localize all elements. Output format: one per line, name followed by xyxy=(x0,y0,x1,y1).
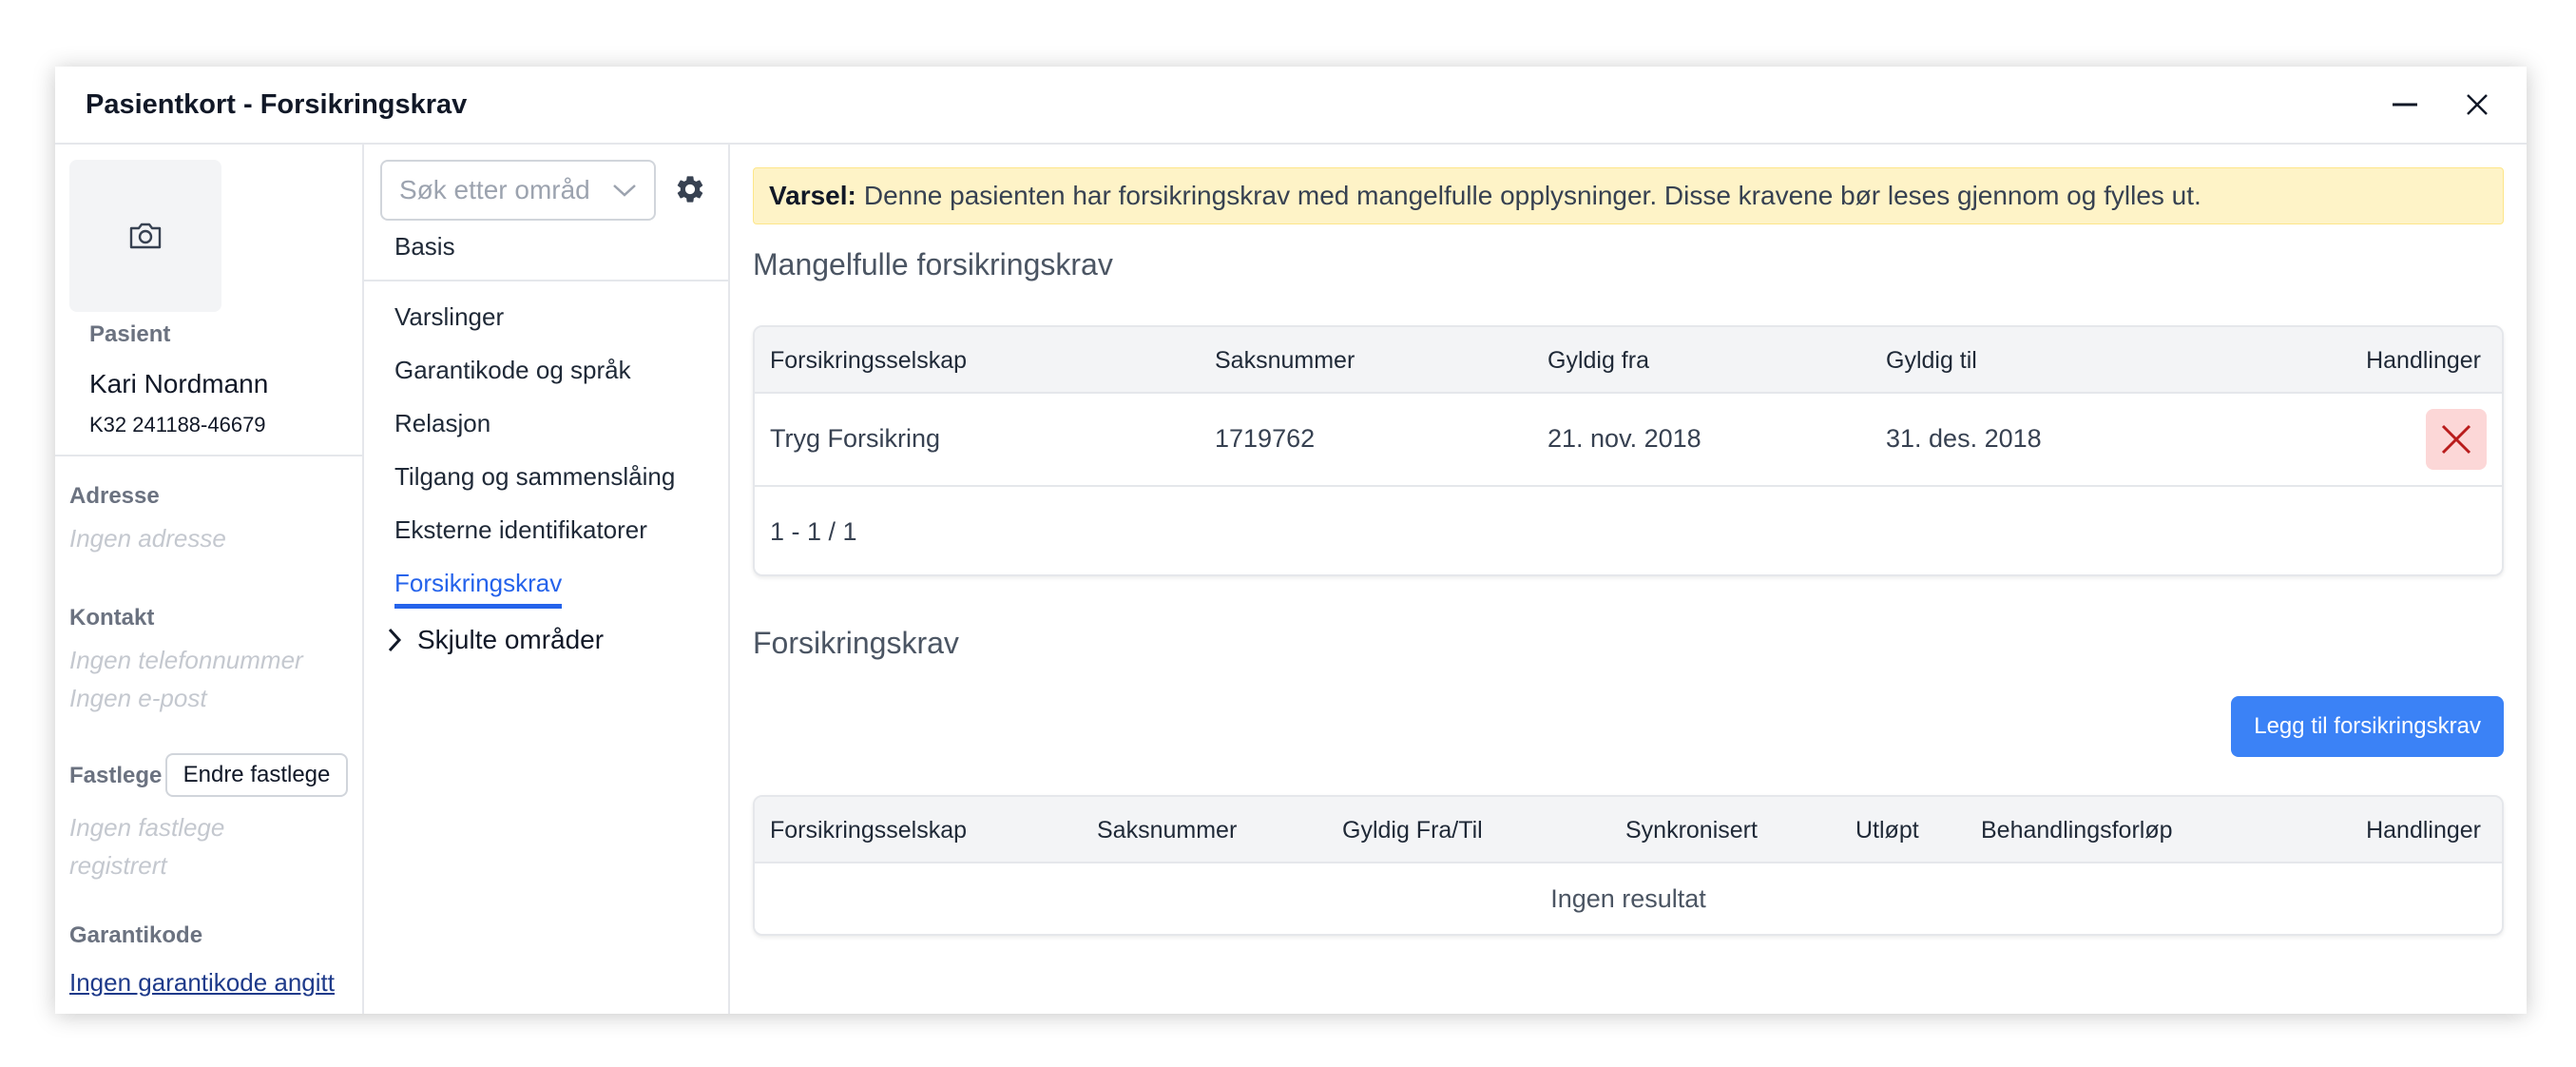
gp-label: Fastlege xyxy=(69,763,163,788)
minimize-icon xyxy=(2393,103,2417,107)
col-header: Saksnummer xyxy=(1215,347,1355,374)
hidden-areas-toggle[interactable]: Skjulte områder xyxy=(387,625,604,655)
pagination-info: 1 - 1 / 1 xyxy=(770,517,857,546)
claims-table: Forsikringsselskap Saksnummer Gyldig Fra… xyxy=(753,795,2504,936)
col-header: Handlinger xyxy=(2366,817,2481,844)
close-button[interactable] xyxy=(2458,86,2496,124)
cell-valid-from: 21. nov. 2018 xyxy=(1548,424,1701,453)
area-search-input[interactable] xyxy=(399,175,589,205)
window-title: Pasientkort - Forsikringskrav xyxy=(86,88,468,120)
col-header: Handlinger xyxy=(2366,347,2481,374)
email-value: Ingen e-post xyxy=(69,684,207,712)
nav-basis[interactable]: Basis xyxy=(394,232,455,262)
minimize-button[interactable] xyxy=(2386,86,2424,124)
chevron-down-icon[interactable] xyxy=(612,183,637,198)
divider xyxy=(364,280,728,281)
delete-claim-button[interactable] xyxy=(2426,409,2487,470)
table-row: Tryg Forsikring 1719762 21. nov. 2018 31… xyxy=(755,394,2502,487)
col-header: Gyldig til xyxy=(1886,347,1977,374)
col-header: Gyldig fra xyxy=(1548,347,1649,374)
window-titlebar: Pasientkort - Forsikringskrav xyxy=(55,67,2527,145)
gp-value-line2: registrert xyxy=(69,851,167,880)
alert-text: Denne pasienten har forsikringskrav med … xyxy=(863,181,2201,210)
change-gp-button[interactable]: Endre fastlege xyxy=(165,753,348,797)
nav-item-garantikode[interactable]: Garantikode og språk xyxy=(394,356,631,385)
address-label: Adresse xyxy=(69,483,160,509)
hidden-areas-label: Skjulte områder xyxy=(417,625,605,654)
nav-item-relasjon[interactable]: Relasjon xyxy=(394,409,490,438)
divider xyxy=(55,455,362,456)
table-header: Forsikringsselskap Saksnummer Gyldig fra… xyxy=(755,327,2502,394)
table-header: Forsikringsselskap Saksnummer Gyldig Fra… xyxy=(755,797,2502,863)
col-header: Behandlingsforløp xyxy=(1981,817,2173,844)
area-search[interactable] xyxy=(380,160,656,221)
patient-label: Pasient xyxy=(89,321,171,347)
gear-icon[interactable] xyxy=(674,173,706,205)
guarantee-link[interactable]: Ingen garantikode angitt xyxy=(69,968,335,998)
nav-item-forsikringskrav[interactable]: Forsikringskrav xyxy=(394,569,563,609)
col-header: Forsikringsselskap xyxy=(770,347,968,374)
col-header: Saksnummer xyxy=(1097,817,1238,844)
phone-value: Ingen telefonnummer xyxy=(69,646,303,674)
chevron-right-icon xyxy=(388,628,402,652)
guarantee-label: Garantikode xyxy=(69,922,203,948)
close-icon xyxy=(2467,94,2488,115)
empty-message: Ingen resultat xyxy=(1550,883,1706,913)
claims-title: Forsikringskrav xyxy=(753,626,959,660)
patient-card-window: Pasientkort - Forsikringskrav Pasient Ka… xyxy=(55,67,2527,1014)
camera-icon xyxy=(129,223,162,249)
col-header: Forsikringsselskap xyxy=(770,817,968,844)
warning-alert: Varsel: Denne pasienten har forsikringsk… xyxy=(753,167,2504,224)
address-value: Ingen adresse xyxy=(69,524,226,553)
contact-label: Kontakt xyxy=(69,605,155,630)
empty-row: Ingen resultat xyxy=(755,863,2502,934)
nav-item-varslinger[interactable]: Varslinger xyxy=(394,302,504,332)
section-nav: Basis Varslinger Garantikode og språk Re… xyxy=(364,145,730,1014)
col-header: Utløpt xyxy=(1855,817,1919,844)
close-icon xyxy=(2441,424,2471,455)
patient-name: Kari Nordmann xyxy=(89,369,269,398)
col-header: Gyldig Fra/Til xyxy=(1342,817,1483,844)
gp-value-line1: Ingen fastlege xyxy=(69,813,225,842)
patient-id: K32 241188-46679 xyxy=(89,413,266,436)
add-claim-button[interactable]: Legg til forsikringskrav xyxy=(2231,696,2504,757)
main-content: Varsel: Denne pasienten har forsikringsk… xyxy=(730,145,2527,1014)
nav-item-tilgang[interactable]: Tilgang og sammenslåing xyxy=(394,462,675,492)
nav-item-eksterne[interactable]: Eksterne identifikatorer xyxy=(394,515,647,545)
incomplete-claims-table: Forsikringsselskap Saksnummer Gyldig fra… xyxy=(753,325,2504,576)
cell-valid-to: 31. des. 2018 xyxy=(1886,424,2042,453)
alert-strong: Varsel: xyxy=(769,181,856,210)
cell-company: Tryg Forsikring xyxy=(770,424,941,453)
incomplete-claims-title: Mangelfulle forsikringskrav xyxy=(753,247,1113,281)
patient-sidebar: Pasient Kari Nordmann K32 241188-46679 A… xyxy=(55,145,364,1014)
patient-photo-upload[interactable] xyxy=(69,160,221,312)
cell-case-no: 1719762 xyxy=(1215,424,1316,453)
col-header: Synkronisert xyxy=(1625,817,1758,844)
